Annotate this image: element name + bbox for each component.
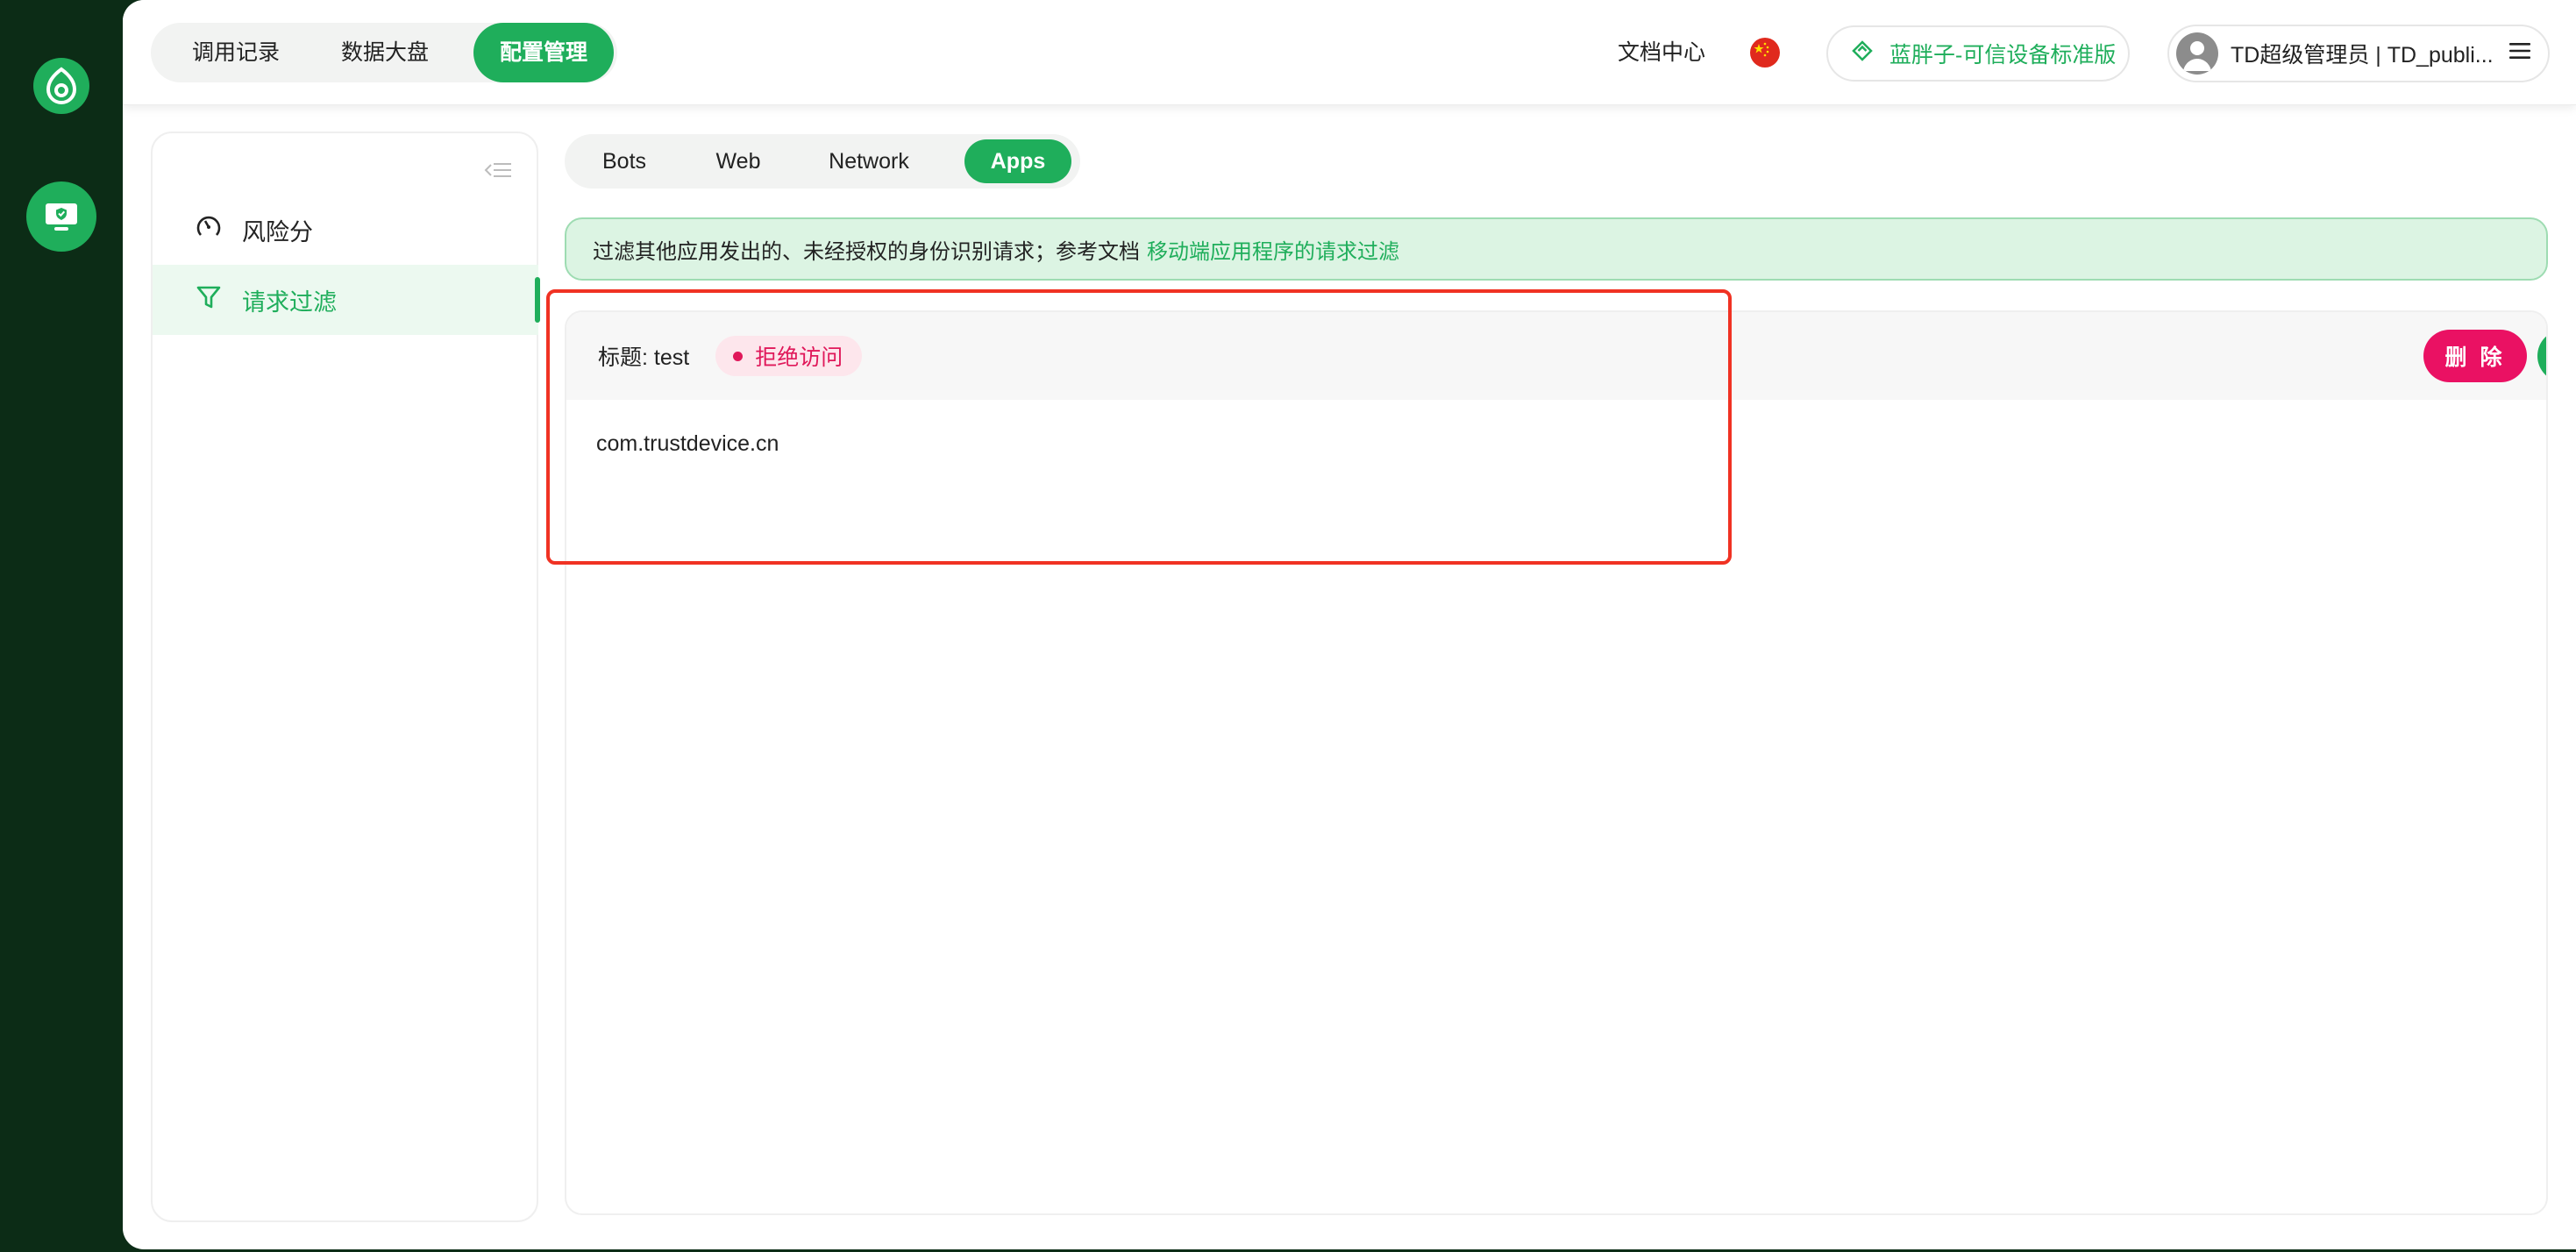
user-menu[interactable]: TD超级管理员 | TD_publi... [2167,25,2550,82]
doc-link[interactable]: 移动端应用程序的请求过滤 [1147,234,1399,265]
plan-badge[interactable]: 蓝胖子-可信设备标准版 [1826,25,2130,82]
nav-config-management[interactable]: 配置管理 [473,23,614,82]
status-dot-icon [733,351,744,361]
tab-network[interactable]: Network [803,139,935,183]
filter-icon [195,283,223,317]
rule-card: 标题: test 拒绝访问 删 除 编 辑 com.trustdevice.cn [565,310,2548,1215]
status-label: 拒绝访问 [755,345,843,370]
nav-call-records[interactable]: 调用记录 [168,23,303,82]
china-flag-icon[interactable] [1750,38,1780,68]
sidebar-item-risk-score[interactable]: 风险分 [153,195,538,265]
app-logo-icon[interactable] [33,58,89,114]
top-bar: 调用记录 数据大盘 配置管理 文档中心 蓝胖子-可信设备标准版 TD超级管理员 … [123,0,2576,105]
status-badge: 拒绝访问 [715,336,863,376]
collapse-sidebar-icon[interactable] [482,154,514,190]
avatar [2176,32,2218,75]
sidebar: 风险分 请求过滤 [151,132,540,1222]
rule-card-header: 标题: test 拒绝访问 删 除 编 辑 [566,312,2546,400]
sidebar-item-request-filter[interactable]: 请求过滤 [153,265,540,335]
nav-dashboard[interactable]: 数据大盘 [317,23,452,82]
info-banner: 过滤其他应用发出的、未经授权的身份识别请求；参考文档 移动端应用程序的请求过滤 [565,217,2548,281]
tab-apps[interactable]: Apps [964,139,1071,183]
gauge-icon [195,213,223,247]
sidebar-item-label: 请求过滤 [242,288,337,316]
sidebar-item-label: 风险分 [242,218,313,245]
rule-package-name: com.trustdevice.cn [596,431,779,456]
tab-bots[interactable]: Bots [572,139,677,183]
info-text: 过滤其他应用发出的、未经授权的身份识别请求；参考文档 [593,239,1140,264]
user-name: TD超级管理员 | TD_publi... [2231,43,2494,68]
edit-button[interactable]: 编 辑 [2537,330,2546,382]
plan-label: 蓝胖子-可信设备标准版 [1889,43,2117,68]
tab-web[interactable]: Web [686,139,791,183]
main-panel: 调用记录 数据大盘 配置管理 文档中心 蓝胖子-可信设备标准版 TD超级管理员 … [123,0,2576,1249]
hamburger-menu-icon[interactable] [2508,40,2532,68]
delete-button[interactable]: 删 除 [2423,330,2527,382]
doc-center-link[interactable]: 文档中心 [1618,35,1705,70]
device-monitor-icon[interactable] [26,181,96,252]
rule-title: 标题: test [598,345,690,370]
app-rail [0,0,123,1252]
plan-diamond-icon [1849,38,1875,70]
